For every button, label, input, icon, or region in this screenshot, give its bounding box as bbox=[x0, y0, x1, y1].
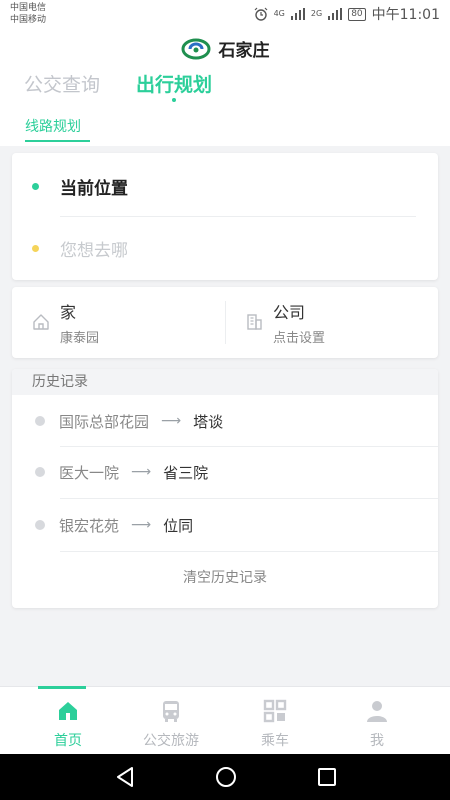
favorite-home[interactable]: 家 康泰园 bbox=[12, 287, 225, 358]
app-logo-icon bbox=[181, 38, 210, 59]
alarm-icon bbox=[254, 7, 268, 21]
arrow-right-icon: ⟶ bbox=[131, 517, 152, 533]
bus-icon bbox=[163, 701, 179, 722]
tab-bus-query[interactable]: 公交查询 bbox=[24, 70, 100, 100]
nav-ride[interactable]: 乘车 bbox=[219, 687, 331, 755]
from-location: 当前位置 bbox=[60, 178, 128, 199]
arrow-right-icon: ⟶ bbox=[131, 464, 152, 480]
home-circle-icon[interactable] bbox=[214, 765, 238, 789]
signal-bars-icon bbox=[290, 8, 305, 20]
bottom-nav: 首页 公交旅游 乘车 我 bbox=[0, 686, 450, 754]
history-card: 历史记录 国际总部花园 ⟶ 塔谈 医大一院 ⟶ 省三院 银宏花苑 ⟶ 位同 清空… bbox=[12, 369, 438, 608]
back-icon[interactable] bbox=[113, 765, 137, 789]
nav-ride-label: 乘车 bbox=[261, 733, 289, 749]
user-icon bbox=[367, 701, 387, 722]
app-header: 石家庄 公交查询 出行规划 线路规划 bbox=[0, 28, 450, 146]
app-title: 石家庄 bbox=[218, 41, 270, 61]
nav-home[interactable]: 首页 bbox=[12, 686, 124, 755]
subtab-route-planning[interactable]: 线路规划 bbox=[25, 116, 81, 136]
company-title: 公司 bbox=[273, 303, 306, 322]
company-address: 点击设置 bbox=[273, 331, 326, 346]
clock-icon bbox=[35, 520, 45, 530]
tab-trip-planning-label: 出行规划 bbox=[136, 74, 213, 96]
history-from: 医大一院 bbox=[59, 463, 120, 482]
carrier-info: 中国电信 中国移动 bbox=[10, 2, 46, 26]
to-row[interactable]: 您想去哪 bbox=[12, 217, 438, 279]
system-nav-bar bbox=[0, 754, 450, 800]
nav-me[interactable]: 我 bbox=[321, 687, 433, 755]
from-row[interactable]: 当前位置 bbox=[12, 155, 438, 217]
status-bar: 中国电信 中国移动 4G 2G 80 中午11:01 bbox=[0, 0, 450, 28]
history-to: 塔谈 bbox=[193, 412, 224, 431]
clear-history-button[interactable]: 清空历史记录 bbox=[12, 567, 438, 587]
nav-home-label: 首页 bbox=[54, 733, 82, 749]
favorites-card: 家 康泰园 公司 点击设置 bbox=[12, 287, 438, 358]
history-item[interactable]: 医大一院 ⟶ 省三院 bbox=[12, 446, 438, 498]
home-outline-icon bbox=[33, 314, 49, 330]
brand: 石家庄 bbox=[0, 36, 450, 61]
subtab-underline bbox=[25, 140, 90, 142]
destination-input[interactable]: 您想去哪 bbox=[60, 236, 128, 261]
signal-bars-icon-2 bbox=[328, 8, 343, 20]
favorite-company[interactable]: 公司 点击设置 bbox=[225, 287, 438, 358]
nav-bus-travel-label: 公交旅游 bbox=[143, 733, 199, 749]
signal-label-1: 4G bbox=[273, 9, 285, 18]
history-item[interactable]: 国际总部花园 ⟶ 塔谈 bbox=[12, 395, 438, 447]
history-to: 省三院 bbox=[163, 463, 209, 482]
history-to: 位同 bbox=[163, 516, 194, 535]
route-card: 当前位置 您想去哪 bbox=[12, 153, 438, 280]
history-divider bbox=[60, 551, 438, 552]
status-icons: 4G 2G 80 中午11:01 bbox=[254, 4, 440, 24]
carrier-2: 中国移动 bbox=[10, 15, 47, 25]
recent-apps-icon[interactable] bbox=[315, 765, 339, 789]
qr-grid-icon bbox=[263, 699, 287, 723]
top-tabs: 公交查询 出行规划 bbox=[24, 70, 213, 102]
clock-icon bbox=[35, 467, 45, 477]
history-header: 历史记录 bbox=[12, 369, 438, 395]
from-dot-icon bbox=[32, 182, 39, 190]
active-tab-dot bbox=[172, 98, 177, 102]
history-from: 银宏花苑 bbox=[59, 516, 120, 535]
signal-label-2: 2G bbox=[310, 9, 323, 18]
nav-active-indicator bbox=[38, 686, 86, 689]
building-icon bbox=[247, 314, 262, 330]
status-time: 中午11:01 bbox=[371, 7, 440, 23]
nav-bus-travel[interactable]: 公交旅游 bbox=[115, 687, 227, 755]
tab-bus-query-label: 公交查询 bbox=[24, 74, 101, 96]
home-address: 康泰园 bbox=[60, 331, 100, 346]
arrow-right-icon: ⟶ bbox=[161, 413, 182, 429]
to-dot-icon bbox=[32, 244, 39, 252]
home-icon bbox=[59, 702, 77, 720]
history-item[interactable]: 银宏花苑 ⟶ 位同 bbox=[12, 499, 438, 551]
nav-me-label: 我 bbox=[370, 733, 384, 749]
clock-icon bbox=[35, 416, 45, 426]
battery-icon: 80 bbox=[348, 7, 366, 21]
home-title: 家 bbox=[60, 303, 77, 322]
carrier-1: 中国电信 bbox=[10, 3, 47, 13]
tab-trip-planning[interactable]: 出行规划 bbox=[136, 70, 213, 102]
history-from: 国际总部花园 bbox=[59, 412, 150, 431]
